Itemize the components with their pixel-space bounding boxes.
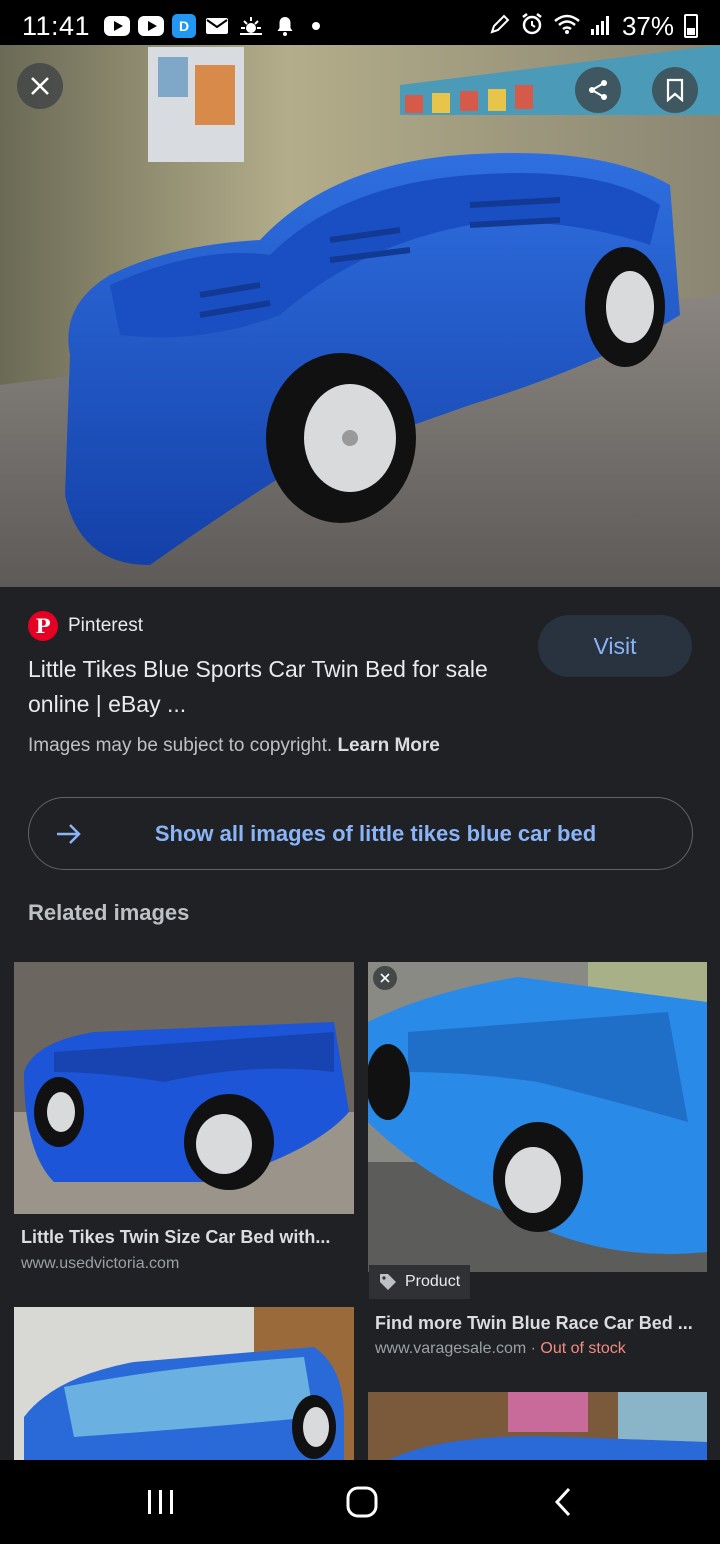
wifi-icon <box>554 13 580 40</box>
notification-icons: D <box>104 14 321 38</box>
arrow-right-icon <box>57 824 81 844</box>
source-name: Pinterest <box>68 615 143 636</box>
car-bed-thumbnail <box>14 1307 354 1460</box>
show-all-label: Show all images of little tikes blue car… <box>154 820 597 846</box>
close-icon <box>31 77 49 95</box>
out-of-stock-label: Out of stock <box>540 1340 626 1357</box>
copyright-text: Images may be subject to copyright. <box>28 735 333 756</box>
car-bed-thumbnail <box>14 962 354 1214</box>
recent-apps-icon <box>148 1490 173 1514</box>
show-all-images-button[interactable]: Show all images of little tikes blue car… <box>28 797 693 870</box>
back-icon <box>554 1487 571 1517</box>
app-notification-icon: D <box>172 14 197 38</box>
system-nav-bar <box>0 1460 720 1544</box>
mail-icon <box>204 15 230 37</box>
dismiss-button[interactable] <box>373 966 397 990</box>
bookmark-button[interactable] <box>652 67 698 113</box>
related-site-2: www.varagesale.com · Out of stock <box>375 1340 626 1358</box>
bookmark-icon <box>666 78 684 102</box>
product-badge-label: Product <box>405 1273 461 1290</box>
share-button[interactable] <box>575 67 621 113</box>
related-image-3[interactable] <box>14 1307 354 1460</box>
battery-percent: 37% <box>621 10 674 41</box>
alarm-icon <box>520 12 544 41</box>
tag-icon <box>380 1274 396 1290</box>
close-icon <box>380 973 390 983</box>
car-bed-thumbnail <box>368 1392 707 1460</box>
copyright-notice: Images may be subject to copyright. Lear… <box>28 735 440 757</box>
related-image-4[interactable] <box>368 1392 707 1460</box>
visit-button[interactable]: Visit <box>538 615 692 677</box>
related-title-1[interactable]: Little Tikes Twin Size Car Bed with... <box>21 1227 346 1248</box>
related-site-1: www.usedvictoria.com <box>21 1255 180 1272</box>
related-image-2[interactable] <box>368 962 707 1272</box>
share-icon <box>589 80 607 100</box>
car-bed-thumbnail <box>368 962 707 1272</box>
battery-icon <box>684 14 698 38</box>
related-title-2[interactable]: Find more Twin Blue Race Car Bed ... <box>375 1313 703 1334</box>
pen-icon <box>490 14 510 39</box>
learn-more-link[interactable]: Learn More <box>337 735 439 756</box>
youtube-icon <box>138 16 165 36</box>
close-button[interactable] <box>17 63 63 109</box>
recent-apps-button[interactable] <box>116 1460 206 1544</box>
back-button[interactable] <box>518 1460 608 1544</box>
signal-icon <box>590 13 612 40</box>
source-row[interactable]: P Pinterest <box>28 611 143 641</box>
result-title[interactable]: Little Tikes Blue Sports Car Twin Bed fo… <box>28 652 508 722</box>
pinterest-logo-icon: P <box>28 611 58 641</box>
product-badge: Product <box>369 1265 471 1299</box>
home-icon <box>346 1486 378 1518</box>
home-button[interactable] <box>317 1460 407 1544</box>
car-bed-photo <box>0 45 720 587</box>
bell-icon <box>272 15 298 37</box>
related-images-heading: Related images <box>28 900 190 925</box>
status-time: 11:41 <box>22 10 91 41</box>
related-site-2-url: www.varagesale.com <box>375 1340 527 1357</box>
preview-image[interactable] <box>0 45 720 587</box>
site-separator: · <box>526 1340 541 1357</box>
youtube-icon <box>104 16 131 36</box>
weather-icon <box>238 15 264 37</box>
more-notifications-dot <box>312 22 321 30</box>
related-image-1[interactable] <box>14 962 354 1214</box>
